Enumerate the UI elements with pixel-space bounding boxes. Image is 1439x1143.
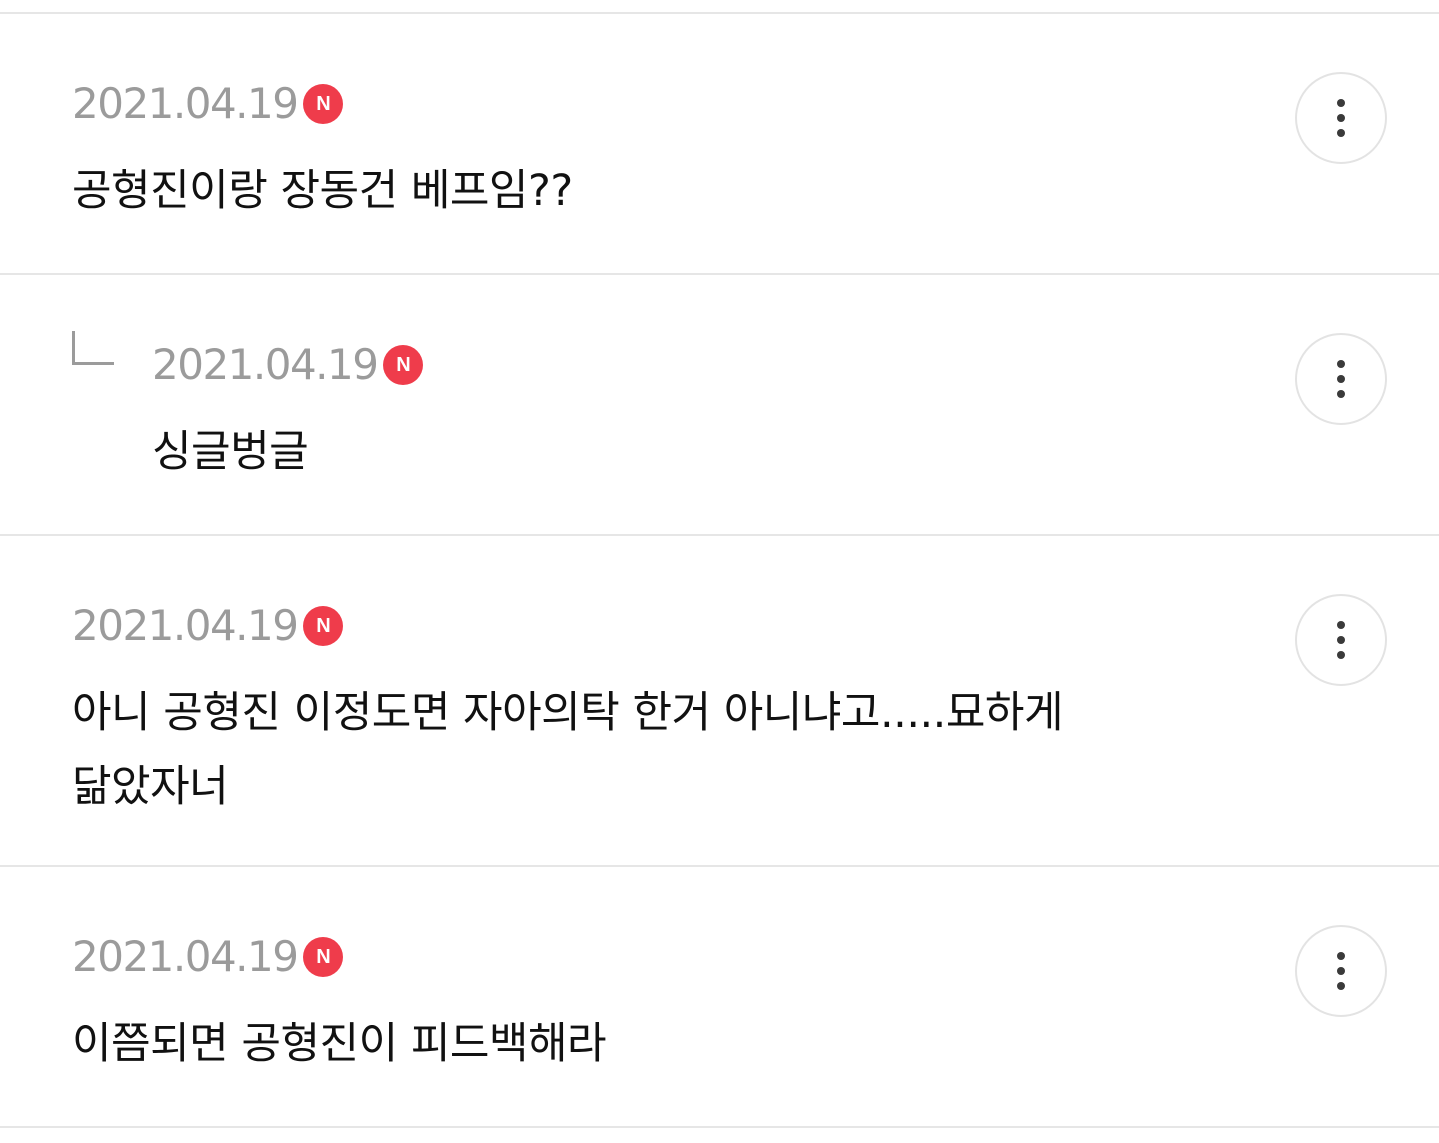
comment-meta: 2021.04.19 N [152, 337, 424, 393]
divider [0, 1126, 1439, 1128]
more-vertical-icon [1337, 99, 1345, 107]
new-badge: N [383, 345, 424, 385]
more-vertical-icon [1337, 621, 1345, 629]
comment-date: 2021.04.19 [72, 601, 299, 650]
comment-meta: 2021.04.19 N [72, 598, 344, 654]
more-vertical-icon-dot [1337, 114, 1345, 122]
more-vertical-icon-dot [1337, 636, 1345, 644]
comment-text: 이쯤되면 공형진이 피드백해라 [72, 1019, 607, 1069]
comment-item: 2021.04.19 N 아니 공형진 이정도면 자아의탁 한거 아니냐고...… [0, 536, 1439, 866]
comment-text: 싱글벙글 [152, 427, 309, 477]
new-badge: N [303, 84, 344, 124]
more-vertical-icon [1337, 360, 1345, 368]
more-options-button[interactable] [1295, 594, 1387, 686]
more-options-button[interactable] [1295, 925, 1387, 1017]
more-vertical-icon-dot [1337, 967, 1345, 975]
reply-arrow-icon [72, 331, 114, 365]
more-vertical-icon [1337, 952, 1345, 960]
comment-meta: 2021.04.19 N [72, 76, 344, 132]
more-vertical-icon-dot [1337, 129, 1345, 137]
comment-date: 2021.04.19 [72, 79, 299, 128]
new-badge: N [303, 606, 344, 646]
reply-item: 2021.04.19 N 싱글벙글 [0, 275, 1439, 535]
more-options-button[interactable] [1295, 72, 1387, 164]
more-vertical-icon-dot [1337, 651, 1345, 659]
more-vertical-icon-dot [1337, 375, 1345, 383]
comment-date: 2021.04.19 [152, 340, 379, 389]
comment-item: 2021.04.19 N 이쯤되면 공형진이 피드백해라 [0, 867, 1439, 1127]
comment-item: 2021.04.19 N 공형진이랑 장동건 베프임?? [0, 14, 1439, 274]
more-vertical-icon-dot [1337, 982, 1345, 990]
comment-meta: 2021.04.19 N [72, 929, 344, 985]
more-vertical-icon-dot [1337, 390, 1345, 398]
comment-date: 2021.04.19 [72, 932, 299, 981]
comment-text: 아니 공형진 이정도면 자아의탁 한거 아니냐고.....묘하게 닮았자너 [72, 688, 1064, 812]
new-badge: N [303, 937, 344, 977]
more-options-button[interactable] [1295, 333, 1387, 425]
comment-text: 공형진이랑 장동건 베프임?? [72, 166, 573, 216]
